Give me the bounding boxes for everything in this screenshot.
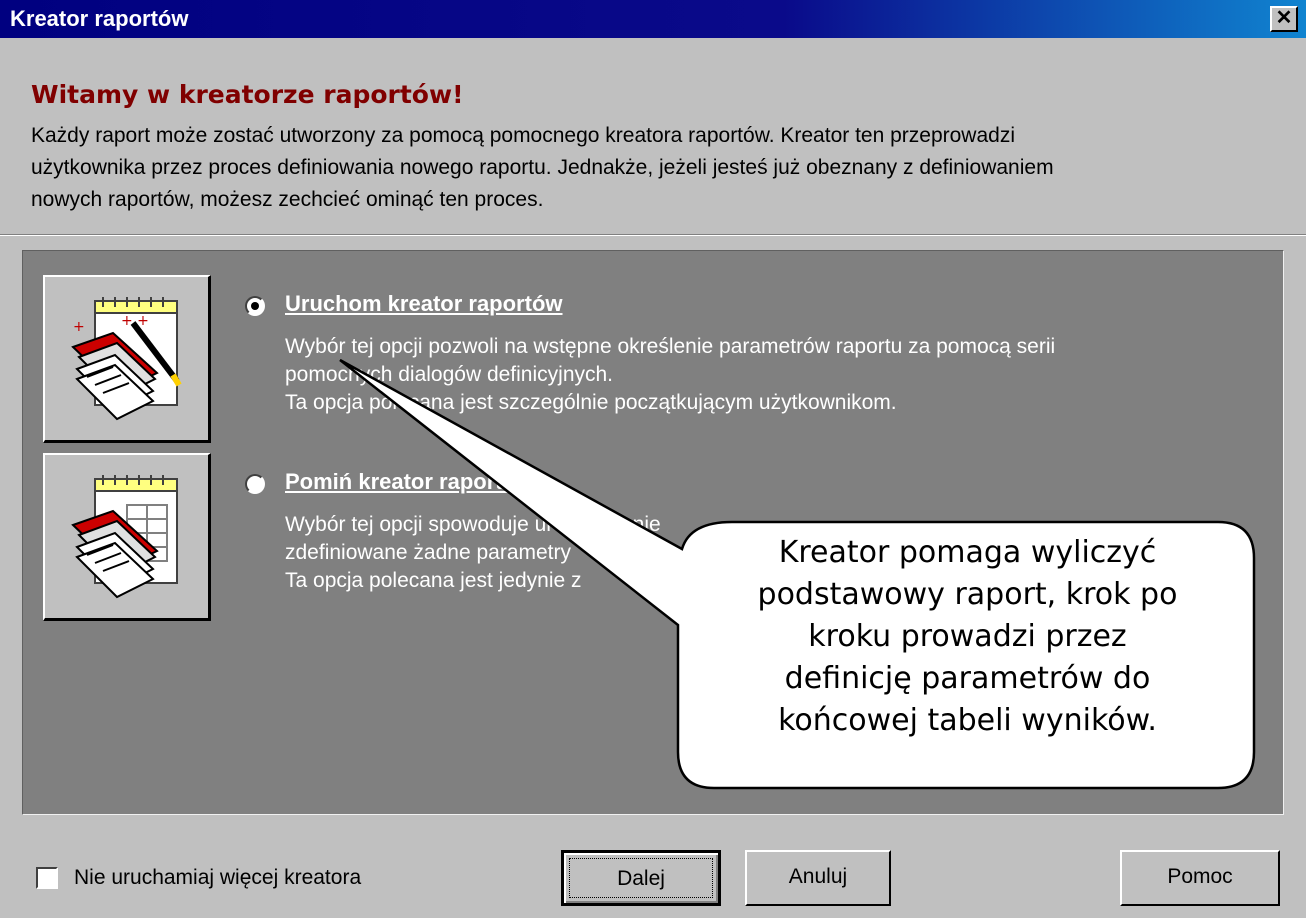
run-wizard-radio[interactable] bbox=[245, 296, 265, 316]
callout-line: końcowej tabeli wyników. bbox=[778, 703, 1157, 738]
intro-line: użytkownika przez proces definiowania no… bbox=[31, 156, 1054, 179]
report-wizard-icon: + + + bbox=[71, 297, 182, 421]
callout-line: kroku prowadzi przez bbox=[808, 619, 1127, 654]
page-heading: Witamy w kreatorze raportów! bbox=[31, 80, 464, 109]
skip-wizard-icon bbox=[71, 475, 178, 599]
callout-line: podstawowy raport, krok po bbox=[757, 577, 1178, 612]
skip-wizard-radio[interactable] bbox=[245, 474, 265, 494]
description-line: Ta opcja polecana jest szczególnie począ… bbox=[285, 391, 897, 414]
run-wizard-label[interactable]: Uruchom kreator raportów bbox=[285, 291, 563, 317]
window-title: Kreator raportów bbox=[10, 6, 189, 31]
next-button[interactable]: Dalej bbox=[561, 850, 721, 906]
header-divider bbox=[0, 234, 1306, 236]
description-line: pomocnych dialogów definicyjnych. bbox=[285, 363, 614, 386]
intro-text: Każdy raport może zostać utworzony za po… bbox=[31, 120, 1281, 216]
skip-wizard-label[interactable]: Pomiń kreator raportów bbox=[285, 469, 533, 495]
intro-line: nowych raportów, możesz zechcieć ominąć … bbox=[31, 188, 544, 211]
radio-selected-dot bbox=[251, 302, 259, 310]
callout-line: definicję parametrów do bbox=[784, 661, 1151, 696]
next-button-label: Dalej bbox=[569, 858, 713, 898]
cancel-button[interactable]: Anuluj bbox=[745, 850, 891, 906]
intro-line: Każdy raport może zostać utworzony za po… bbox=[31, 124, 1015, 147]
title-bar: Kreator raportów ✕ bbox=[0, 0, 1306, 38]
description-line: Wybór tej opcji pozwoli na wstępne okreś… bbox=[285, 335, 1056, 358]
svg-text:+: + bbox=[73, 319, 85, 335]
close-icon: ✕ bbox=[1275, 7, 1293, 29]
callout-line: Kreator pomaga wyliczyć bbox=[778, 535, 1157, 570]
run-wizard-icon-button[interactable]: + + + bbox=[43, 275, 211, 443]
dont-run-wizard-checkbox[interactable] bbox=[36, 867, 58, 889]
skip-wizard-icon-button[interactable] bbox=[43, 453, 211, 621]
dont-run-wizard-label[interactable]: Nie uruchamiaj więcej kreatora bbox=[74, 864, 361, 892]
run-wizard-description: Wybór tej opcji pozwoli na wstępne okreś… bbox=[285, 333, 1245, 417]
close-button[interactable]: ✕ bbox=[1270, 6, 1298, 32]
help-button[interactable]: Pomoc bbox=[1120, 850, 1280, 906]
callout-text: Kreator pomaga wyliczyć podstawowy rapor… bbox=[680, 532, 1255, 742]
